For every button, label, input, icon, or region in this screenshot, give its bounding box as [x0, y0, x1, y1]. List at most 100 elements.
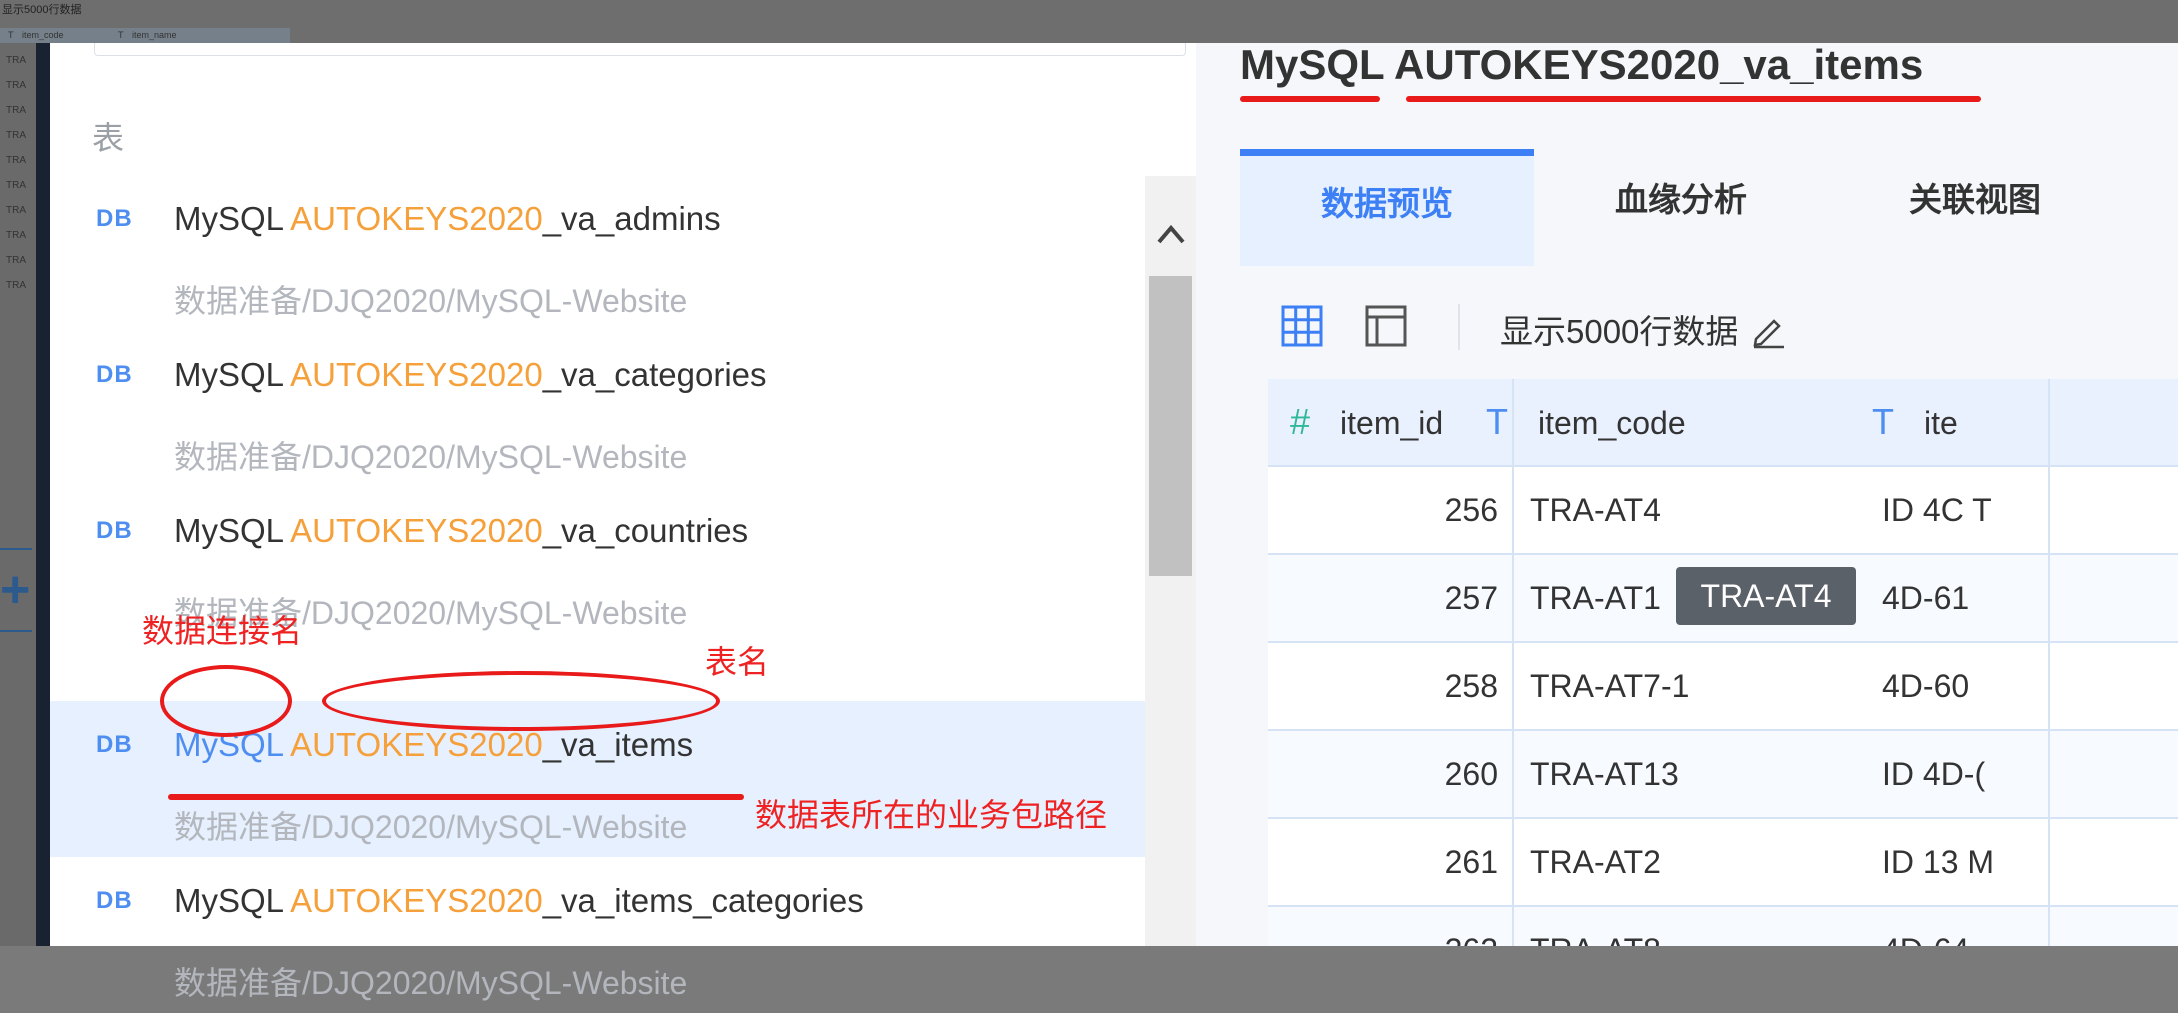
table-list-item[interactable]: DB MySQL AUTOKEYS2020_va_admins 数据准备/DJQ…: [50, 175, 1145, 331]
background-left-strip: TRA TRA TRA TRA TRA TRA TRA TRA TRA TRA: [0, 43, 36, 946]
column-header-item-id[interactable]: # item_id: [1290, 379, 1443, 465]
db-icon: DB: [96, 517, 133, 544]
table-key: AUTOKEYS2020: [290, 512, 543, 549]
table-title: MySQL AUTOKEYS2020_va_items_categories: [174, 882, 864, 920]
cell-item-code: TRA-AT2: [1530, 844, 1661, 880]
search-input[interactable]: [94, 43, 1186, 56]
background-topbar: 显示5000行数据: [0, 0, 2178, 43]
tab-lineage-analysis[interactable]: 血缘分析: [1534, 149, 1828, 259]
background-row: TRA: [6, 105, 26, 116]
scrollbar-thumb[interactable]: [1149, 276, 1192, 576]
package-path: 数据准备/DJQ2020/MySQL-Website: [174, 809, 688, 845]
column-divider: [1512, 379, 1514, 946]
table-name: _va_items_categories: [542, 882, 864, 919]
annotation-underline-connection: [1240, 96, 1380, 102]
annotation-ellipse-connection: [160, 665, 292, 737]
cell-item-name: ID 4D-(: [1882, 756, 1986, 792]
cell-item-id: 256: [1444, 492, 1498, 528]
table-name: _va_admins: [542, 200, 721, 237]
layout-view-icon[interactable]: [1364, 304, 1408, 348]
cell-tooltip: TRA-AT4: [1676, 567, 1856, 625]
tab-data-preview[interactable]: 数据预览: [1240, 149, 1534, 266]
table-row[interactable]: 261 TRA-AT2 ID 13 M: [1268, 819, 2178, 907]
db-icon: DB: [96, 361, 133, 388]
background-row: TRA: [6, 230, 26, 241]
cell-item-code: TRA-AT7-1: [1530, 668, 1690, 704]
annotation-ellipse-table: [322, 671, 720, 731]
background-plus-icon: +: [0, 548, 32, 632]
cell-item-name: ID 13 M: [1882, 844, 1995, 880]
background-row: TRA: [6, 255, 26, 266]
column-name: ite: [1924, 405, 1958, 441]
background-col1: item_code: [22, 30, 64, 40]
table-list-item[interactable]: DB MySQL AUTOKEYS2020_va_items_categorie…: [50, 857, 1145, 1013]
connection-name: MySQL: [174, 356, 283, 393]
tab-relation-view[interactable]: 关联视图: [1828, 149, 2122, 259]
table-row[interactable]: 262 TRA-AT8 4D-64: [1268, 907, 2178, 946]
table-row[interactable]: 258 TRA-AT7-1 4D-60: [1268, 643, 2178, 731]
column-header-item-name[interactable]: Tite: [1872, 379, 1958, 465]
background-row: TRA: [6, 80, 26, 91]
package-path: 数据准备/DJQ2020/MySQL-Website: [174, 283, 688, 319]
toolbar-divider: [1458, 304, 1460, 350]
cell-item-id: 257: [1444, 580, 1498, 616]
row-count-setting[interactable]: 显示5000行数据: [1500, 305, 1786, 353]
column-name: item_code: [1538, 405, 1686, 441]
table-title: MySQL AUTOKEYS2020_va_admins: [174, 200, 721, 238]
cell-item-code: TRA-AT13: [1530, 756, 1679, 792]
section-label-tables: 表: [92, 120, 125, 156]
table-name: _va_categories: [542, 356, 767, 393]
cell-item-name: ID 4C T: [1882, 492, 1992, 528]
detail-tabs: 数据预览 血缘分析 关联视图: [1240, 149, 2178, 266]
annotation-package-path: 数据表所在的业务包路径: [755, 797, 1108, 833]
annotation-connection-name: 数据连接名: [142, 613, 303, 649]
cell-item-id: 260: [1444, 756, 1498, 792]
type-icon: T: [8, 30, 14, 40]
cell-item-name: 4D-64: [1882, 907, 2178, 946]
annotation-underline-path: [168, 794, 744, 800]
column-header-item-code[interactable]: Titem_code: [1486, 379, 1686, 465]
table-detail-panel: MySQL AUTOKEYS2020_va_items 数据预览 血缘分析 关联…: [1196, 41, 2178, 946]
column-name: item_id: [1340, 405, 1444, 441]
cell-item-code: TRA-AT4: [1530, 492, 1661, 528]
db-icon: DB: [96, 887, 133, 914]
package-path: 数据准备/DJQ2020/MySQL-Website: [174, 439, 688, 475]
table-key: AUTOKEYS2020: [290, 356, 543, 393]
background-row: TRA: [6, 155, 26, 166]
scroll-up-icon[interactable]: [1151, 214, 1191, 254]
scrollbar[interactable]: [1145, 176, 1196, 946]
annotation-table-name: 表名: [705, 644, 770, 680]
cell-item-id: 262: [1268, 907, 1498, 946]
background-row: TRA: [6, 130, 26, 141]
table-key: AUTOKEYS2020: [290, 726, 543, 763]
preview-toolbar: 显示5000行数据: [1240, 259, 2178, 379]
text-type-icon: T: [1486, 401, 1508, 442]
table-name: _va_items: [542, 726, 694, 763]
db-icon: DB: [96, 205, 133, 232]
background-mini-header: T item_code T item_name: [0, 28, 290, 44]
edit-pencil-icon[interactable]: [1750, 313, 1786, 349]
table-list-panel: 表 DB MySQL AUTOKEYS2020_va_admins 数据准备/D…: [50, 43, 1196, 1001]
background-row: TRA: [6, 180, 26, 191]
background-row: TRA: [6, 55, 26, 66]
grid-header: # item_id Titem_code Tite: [1268, 379, 2178, 467]
grid-view-icon[interactable]: [1280, 304, 1324, 348]
background-row: TRA: [6, 280, 26, 291]
table-title: MySQL AUTOKEYS2020_va_countries: [174, 512, 748, 550]
connection-name: MySQL: [174, 882, 283, 919]
text-type-icon: T: [1872, 401, 1894, 442]
cell-item-name: 4D-61: [1882, 580, 1970, 616]
connection-name: MySQL: [174, 512, 283, 549]
table-key: AUTOKEYS2020: [290, 882, 543, 919]
table-list-item[interactable]: DB MySQL AUTOKEYS2020_va_categories 数据准备…: [50, 331, 1145, 487]
table-row[interactable]: 256 TRA-AT4 ID 4C T: [1268, 467, 2178, 555]
annotation-underline-table: [1406, 96, 1981, 102]
table-row[interactable]: 260 TRA-AT13 ID 4D-(: [1268, 731, 2178, 819]
cell-item-name: 4D-60: [1882, 668, 1970, 704]
background-row: TRA: [6, 205, 26, 216]
data-preview-grid: # item_id Titem_code Tite 256 TRA-AT4 ID …: [1268, 379, 2178, 946]
table-title: MySQL AUTOKEYS2020_va_categories: [174, 356, 767, 394]
table-key: AUTOKEYS2020: [290, 200, 543, 237]
background-crumb: 显示5000行数据: [2, 4, 82, 16]
cell-item-id: 261: [1444, 844, 1498, 880]
